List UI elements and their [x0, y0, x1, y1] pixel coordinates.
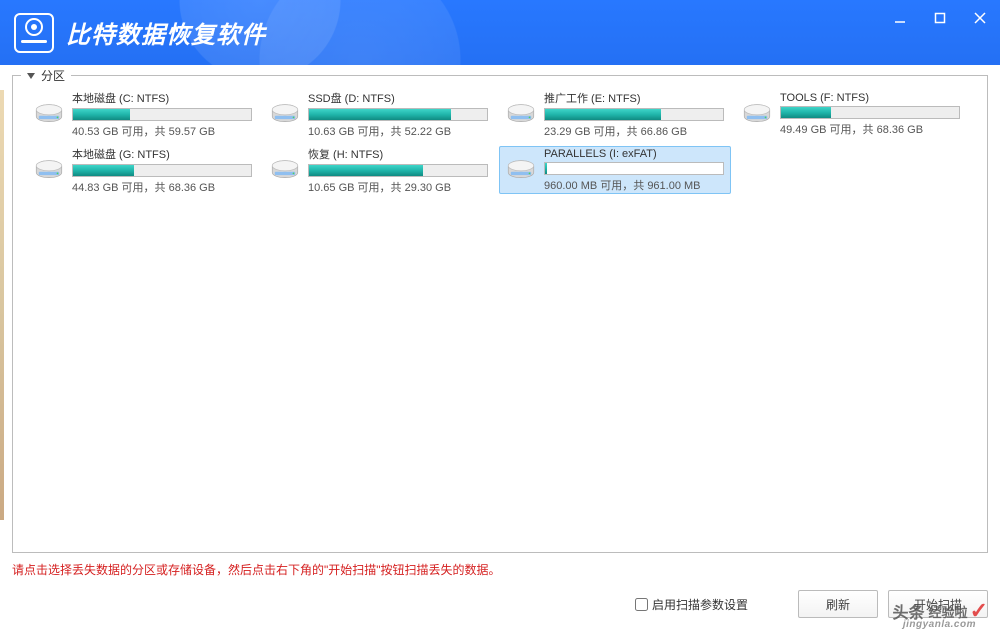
main-panel: 分区 本地磁盘 (C: NTFS)40.53 GB 可用，共 59.57 GBS…: [12, 75, 988, 553]
drive-name: 本地磁盘 (C: NTFS): [72, 90, 252, 106]
app-logo-icon: [14, 13, 54, 53]
drive-item[interactable]: 恢复 (H: NTFS) 10.65 GB 可用，共 29.30 GB: [263, 146, 495, 194]
refresh-button[interactable]: 刷新: [798, 590, 878, 618]
footer: 启用扫描参数设置 刷新 开始扫描 头条 经验啦 ✓ jingyanla.com: [0, 584, 1000, 630]
app-title: 比特数据恢复软件: [66, 15, 266, 50]
drive-name: SSD盘 (D: NTFS): [308, 90, 488, 106]
hard-drive-icon: [740, 97, 774, 131]
usage-bar: [72, 164, 252, 177]
drive-stats: 44.83 GB 可用，共 68.36 GB: [72, 179, 252, 195]
drive-name: PARALLELS (I: exFAT): [544, 148, 724, 160]
drive-name: TOOLS (F: NTFS): [780, 92, 960, 104]
titlebar: 比特数据恢复软件: [0, 0, 1000, 65]
watermark-url: jingyanla.com: [903, 619, 976, 630]
usage-bar: [544, 162, 724, 175]
drive-stats: 10.65 GB 可用，共 29.30 GB: [308, 179, 488, 195]
drive-info: 本地磁盘 (C: NTFS) 40.53 GB 可用，共 59.57 GB: [72, 90, 252, 139]
drive-grid: 本地磁盘 (C: NTFS) 40.53 GB 可用，共 59.57 GB SSD盘…: [13, 76, 987, 202]
hard-drive-icon: [268, 97, 302, 131]
drive-info: 恢复 (H: NTFS) 10.65 GB 可用，共 29.30 GB: [308, 146, 488, 195]
drive-info: TOOLS (F: NTFS) 49.49 GB 可用，共 68.36 GB: [780, 92, 960, 137]
drive-stats: 960.00 MB 可用，共 961.00 MB: [544, 177, 724, 193]
drive-item[interactable]: TOOLS (F: NTFS) 49.49 GB 可用，共 68.36 GB: [735, 90, 967, 138]
drive-info: PARALLELS (I: exFAT) 960.00 MB 可用，共 961.0…: [544, 148, 724, 193]
close-button[interactable]: [960, 0, 1000, 36]
section-header[interactable]: 分区: [21, 67, 71, 84]
collapse-triangle-icon: [27, 73, 35, 79]
hint-text: 请点击选择丢失数据的分区或存储设备，然后点击右下角的"开始扫描"按钮扫描丢失的数…: [0, 559, 1000, 584]
usage-bar: [308, 108, 488, 121]
drive-name: 恢复 (H: NTFS): [308, 146, 488, 162]
drive-item[interactable]: 推广工作 (E: NTFS) 23.29 GB 可用，共 66.86 GB: [499, 90, 731, 138]
drive-stats: 49.49 GB 可用，共 68.36 GB: [780, 121, 960, 137]
hard-drive-icon: [504, 97, 538, 131]
drive-item[interactable]: 本地磁盘 (C: NTFS) 40.53 GB 可用，共 59.57 GB: [27, 90, 259, 138]
drive-name: 本地磁盘 (G: NTFS): [72, 146, 252, 162]
section-label: 分区: [41, 67, 65, 84]
usage-bar: [308, 164, 488, 177]
usage-bar: [780, 106, 960, 119]
minimize-button[interactable]: [880, 0, 920, 36]
hard-drive-icon: [32, 153, 66, 187]
drive-stats: 10.63 GB 可用，共 52.22 GB: [308, 123, 488, 139]
drive-name: 推广工作 (E: NTFS): [544, 90, 724, 106]
drive-info: SSD盘 (D: NTFS) 10.63 GB 可用，共 52.22 GB: [308, 90, 488, 139]
enable-scan-options-checkbox[interactable]: 启用扫描参数设置: [635, 596, 748, 613]
drive-info: 本地磁盘 (G: NTFS) 44.83 GB 可用，共 68.36 GB: [72, 146, 252, 195]
drive-stats: 40.53 GB 可用，共 59.57 GB: [72, 123, 252, 139]
start-scan-button[interactable]: 开始扫描: [888, 590, 988, 618]
hard-drive-icon: [32, 97, 66, 131]
drive-stats: 23.29 GB 可用，共 66.86 GB: [544, 123, 724, 139]
enable-scan-options-input[interactable]: [635, 598, 648, 611]
decorative-stripe: [0, 90, 4, 520]
enable-scan-options-label: 启用扫描参数设置: [652, 596, 748, 613]
hard-drive-icon: [268, 153, 302, 187]
drive-item[interactable]: 本地磁盘 (G: NTFS) 44.83 GB 可用，共 68.36 GB: [27, 146, 259, 194]
drive-info: 推广工作 (E: NTFS) 23.29 GB 可用，共 66.86 GB: [544, 90, 724, 139]
hard-drive-icon: [504, 153, 538, 187]
maximize-button[interactable]: [920, 0, 960, 36]
app-window: 比特数据恢复软件 分区 本地磁盘 (C: NTFS) 40.53 GB 可用，共 …: [0, 0, 1000, 630]
usage-bar: [544, 108, 724, 121]
usage-bar: [72, 108, 252, 121]
drive-item[interactable]: PARALLELS (I: exFAT) 960.00 MB 可用，共 961.0…: [499, 146, 731, 194]
drive-item[interactable]: SSD盘 (D: NTFS) 10.63 GB 可用，共 52.22 GB: [263, 90, 495, 138]
window-controls: [880, 0, 1000, 36]
